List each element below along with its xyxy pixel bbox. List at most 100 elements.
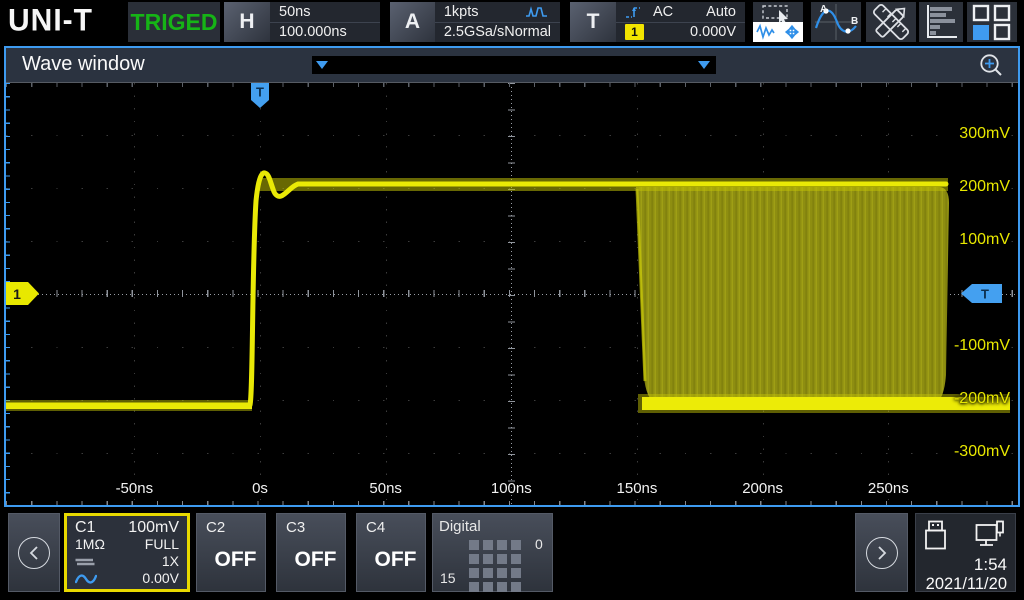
channel4-state: OFF (366, 548, 425, 572)
channel-status-bar: C1 100mV 1MΩ FULL 1X 0.00V C2 OFF C3 OFF (0, 509, 1024, 600)
acquire-panel-label: A (390, 2, 435, 42)
digital-channel-cell (497, 582, 507, 592)
digital-channel-cell (483, 568, 493, 578)
digital-channels-box[interactable]: Digital 0 15 (432, 513, 553, 592)
voltage-axis-label: 300mV (920, 125, 1010, 143)
acquire-waveform-icon (525, 5, 551, 19)
channel1-offset: 0.00V (142, 570, 179, 587)
horizontal-panel-label: H (224, 2, 270, 42)
wave-pan-icon (753, 22, 803, 42)
voltage-axis-label: -300mV (920, 443, 1010, 461)
system-date: 2021/11/20 (926, 575, 1007, 594)
chevron-left-icon (18, 537, 50, 569)
trigger-level-value: 0.000V (690, 24, 736, 40)
time-axis-label: 100ns (471, 480, 551, 497)
trigger-panel-label: T (570, 2, 616, 42)
digital-channel-grid (469, 540, 521, 592)
system-status-box: 1:54 2021/11/20 (915, 513, 1016, 592)
trigger-coupling-value: AC (653, 4, 673, 20)
svg-text:T: T (256, 85, 264, 100)
trigger-status-badge: TRIGED (128, 2, 220, 42)
channel2-state: OFF (206, 548, 265, 572)
layout-grid-icon (967, 2, 1017, 42)
svg-text:A: A (820, 4, 827, 15)
channel4-box[interactable]: C4 OFF (356, 513, 426, 592)
statistics-tool-button[interactable] (919, 2, 963, 42)
trigger-settings-panel[interactable]: T AC Auto 1 0.000V (570, 2, 745, 42)
wave-source-dropdown[interactable] (312, 56, 716, 74)
channel1-name: C1 (75, 519, 95, 536)
acquire-mode-value: Normal (504, 24, 551, 40)
horizontal-settings-panel[interactable]: H 50ns 100.000ns (224, 2, 380, 42)
dropdown-arrow-right-icon (698, 61, 710, 69)
digital-channel-cell (469, 540, 479, 550)
coupling-icon (75, 557, 95, 567)
channel1-reference-marker: 1 (6, 282, 39, 305)
measure-icon (866, 2, 916, 42)
digital-channel-cell (511, 554, 521, 564)
trigger-position-marker: T (251, 83, 269, 108)
trigger-edge-icon (625, 4, 647, 20)
channel1-scale: 100mV (128, 519, 179, 536)
sample-rate-value: 2.5GSa/s (444, 24, 504, 40)
channel3-name: C3 (286, 519, 345, 536)
scroll-left-button[interactable] (8, 513, 60, 592)
channel3-box[interactable]: C3 OFF (276, 513, 346, 592)
sine-icon (75, 573, 97, 585)
channel1-bandwidth: FULL (145, 536, 179, 553)
voltage-axis-label: 100mV (920, 231, 1010, 249)
waveform-canvas: T T 1 (6, 83, 1018, 506)
digital-label: Digital (439, 518, 552, 535)
channel2-box[interactable]: C2 OFF (196, 513, 266, 592)
svg-text:1: 1 (13, 286, 21, 302)
trigger-source-badge: 1 (625, 24, 644, 40)
channel1-box[interactable]: C1 100mV 1MΩ FULL 1X 0.00V (64, 513, 190, 592)
time-axis-label: -50ns (94, 480, 174, 497)
timebase-value: 50ns (279, 4, 310, 20)
plot-area[interactable]: T T 1 300mV200mV100mV-100mV-200mV-300mV-… (6, 82, 1018, 505)
horizontal-offset-value: 100.000ns (279, 24, 347, 40)
channel1-probe: 1X (162, 553, 179, 570)
digital-channel-cell (483, 554, 493, 564)
channel1-impedance: 1MΩ (75, 536, 105, 553)
digital-channel-cell (483, 582, 493, 592)
digital-channel-cell (469, 582, 479, 592)
brand-logo: UNI-T (8, 3, 93, 39)
usb-device-icon (924, 520, 948, 550)
memory-depth-value: 1kpts (444, 4, 479, 20)
scroll-right-button[interactable] (855, 513, 908, 592)
digital-channel-cell (511, 582, 521, 592)
statistics-icon (919, 2, 963, 42)
svg-text:B: B (851, 16, 858, 27)
channel2-name: C2 (206, 519, 265, 536)
digital-channel-cell (511, 540, 521, 550)
digital-channel-cell (483, 540, 493, 550)
remote-display-icon (975, 520, 1005, 550)
burst-fill (636, 187, 949, 404)
trigger-sweep-value: Auto (706, 4, 736, 20)
digital-channel-cell (511, 568, 521, 578)
top-status-bar: UNI-T TRIGED H 50ns 100.000ns A 1kpts 2.… (0, 0, 1024, 44)
cursor-ab-tool-button[interactable]: A B (811, 2, 861, 42)
channel4-name: C4 (366, 519, 425, 536)
wave-window-title: Wave window (22, 53, 145, 76)
selection-rect-icon (753, 2, 803, 22)
layout-grid-button[interactable] (967, 2, 1017, 42)
magnifier-icon[interactable] (978, 52, 1004, 78)
time-axis-label: 200ns (723, 480, 803, 497)
digital-first-channel: 0 (535, 536, 543, 552)
time-axis-label: 50ns (346, 480, 426, 497)
measure-tool-button[interactable] (866, 2, 916, 42)
digital-channel-cell (497, 554, 507, 564)
chevron-right-icon (866, 537, 898, 569)
acquire-settings-panel[interactable]: A 1kpts 2.5GSa/s Normal (390, 2, 560, 42)
voltage-axis-label: 200mV (920, 178, 1010, 196)
time-axis-label: 250ns (848, 480, 928, 497)
select-pan-tool-button[interactable] (753, 2, 803, 42)
time-axis-label: 150ns (597, 480, 677, 497)
wave-window-header: Wave window (6, 48, 1018, 82)
voltage-axis-label: -200mV (920, 390, 1010, 408)
svg-text:T: T (981, 287, 989, 302)
digital-channel-cell (469, 568, 479, 578)
channel3-state: OFF (286, 548, 345, 572)
